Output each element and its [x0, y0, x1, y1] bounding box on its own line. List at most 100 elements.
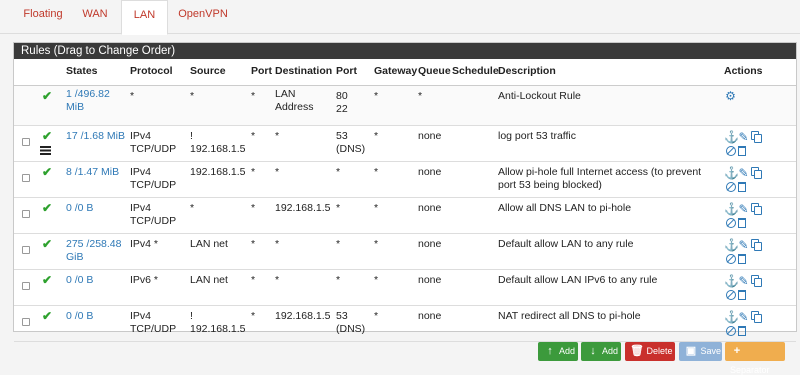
queue-cell: none [414, 197, 448, 234]
add-top-button[interactable]: ↑ Add [538, 342, 578, 361]
protocol-line-1: IPv4 * [130, 237, 159, 250]
pencil-icon[interactable]: ✎ [737, 274, 750, 288]
tab-wan[interactable]: WAN [75, 0, 115, 34]
anchor-icon[interactable]: ⚓ [724, 238, 739, 252]
ban-icon[interactable] [726, 289, 736, 300]
trash-icon[interactable] [738, 289, 746, 300]
source-line-1: ! [190, 129, 193, 142]
gear-icon[interactable]: ⚙ [724, 89, 737, 104]
queue-cell: none [414, 233, 448, 270]
port-cell: * [247, 161, 271, 198]
check-icon[interactable]: ✔ [42, 129, 52, 143]
trash-icon[interactable] [738, 325, 746, 336]
add-bottom-button[interactable]: ↓ Add [581, 342, 621, 361]
queue-cell: none [414, 161, 448, 198]
anchor-icon[interactable]: ⚓ [724, 130, 739, 144]
description-cell: log port 53 traffic [494, 125, 720, 162]
anchor-icon[interactable]: ⚓ [724, 310, 739, 324]
copy-icon[interactable] [750, 274, 763, 287]
tab-floating[interactable]: Floating [19, 0, 67, 34]
table-row[interactable]: ✔ 17 /1.68 MiB IPv4 TCP/UDP ! 192.168.1.5 … [14, 125, 796, 162]
save-button[interactable]: ▣ Save [679, 342, 722, 361]
source-line-2: 192.168.1.5 [190, 323, 246, 335]
table-row[interactable]: ✔ 0 /0 B IPv6 * LAN net * * * * none Def… [14, 269, 796, 306]
pencil-icon[interactable]: ✎ [737, 238, 750, 252]
destination-cell: * [271, 269, 332, 306]
row-checkbox[interactable] [22, 209, 30, 218]
table-row[interactable]: ✔ 0 /0 B IPv4 TCP/UDP ! 192.168.1.5 * 192.… [14, 305, 796, 342]
copy-icon[interactable] [750, 238, 763, 251]
ban-icon[interactable] [726, 325, 736, 336]
ban-icon[interactable] [726, 145, 736, 156]
copy-icon[interactable] [750, 310, 763, 323]
gateway-cell: * [370, 269, 414, 306]
pencil-icon[interactable]: ✎ [737, 166, 750, 180]
dport-line-1: 80 [336, 89, 348, 102]
tab-lan[interactable]: LAN [121, 0, 168, 35]
anchor-icon[interactable]: ⚓ [724, 274, 739, 288]
schedule-cell [448, 197, 494, 234]
ban-icon[interactable] [726, 253, 736, 264]
states-link[interactable]: 0 /0 B [66, 202, 93, 214]
row-checkbox[interactable] [22, 173, 30, 182]
col-dport: Port [332, 59, 370, 86]
copy-icon[interactable] [750, 202, 763, 215]
port-cell: * [247, 305, 271, 342]
queue-cell: none [414, 269, 448, 306]
destination-cell: * [271, 161, 332, 198]
check-icon[interactable]: ✔ [42, 165, 52, 179]
table-row[interactable]: ✔ 0 /0 B IPv4 TCP/UDP * * 192.168.1.5 * *… [14, 197, 796, 234]
description-cell: Allow pi-hole full Internet access (to p… [494, 161, 720, 198]
protocol-line-1: IPv4 [130, 201, 152, 214]
delete-button[interactable]: 🗑 Delete [625, 342, 675, 361]
check-icon[interactable]: ✔ [42, 201, 52, 215]
ban-icon[interactable] [726, 181, 736, 192]
pencil-icon[interactable]: ✎ [737, 310, 750, 324]
check-icon[interactable]: ✔ [42, 309, 52, 323]
queue-cell: none [414, 305, 448, 342]
schedule-cell [448, 269, 494, 306]
trash-icon[interactable] [738, 217, 746, 228]
table-header: States Protocol Source Port Destination … [14, 59, 796, 86]
states-link[interactable]: 1 /496.82 MiB [66, 88, 110, 114]
table-row[interactable]: ✔ 275 /258.48 GiB IPv4 * LAN net * * * *… [14, 233, 796, 270]
copy-icon[interactable] [750, 130, 763, 143]
source-line-1: LAN net [190, 237, 228, 250]
col-port: Port [247, 59, 272, 86]
states-link[interactable]: 0 /0 B [66, 310, 93, 322]
col-schedule: Schedule [448, 59, 499, 86]
dport-line-2: (DNS) [336, 323, 366, 335]
description-cell: Anti-Lockout Rule [494, 85, 720, 126]
pencil-icon[interactable]: ✎ [737, 130, 750, 144]
col-states: States [62, 59, 126, 86]
trash-icon[interactable] [738, 181, 746, 192]
tab-openvpn[interactable]: OpenVPN [176, 0, 230, 34]
row-checkbox[interactable] [22, 281, 30, 290]
gateway-cell: * [370, 85, 414, 126]
states-link[interactable]: 8 /1.47 MiB [66, 166, 119, 178]
pencil-icon[interactable]: ✎ [737, 202, 750, 216]
port-cell: * [247, 233, 271, 270]
col-description: Description [494, 59, 720, 86]
dport-line-2: 22 [336, 103, 348, 115]
check-icon[interactable]: ✔ [42, 273, 52, 287]
states-link[interactable]: 275 /258.48 GiB [66, 238, 121, 264]
col-destination: Destination [271, 59, 332, 86]
anchor-icon[interactable]: ⚓ [724, 202, 739, 216]
gateway-cell: * [370, 305, 414, 342]
states-link[interactable]: 17 /1.68 MiB [66, 130, 125, 142]
add-separator-button[interactable]: + Separator [725, 342, 785, 375]
table-row[interactable]: ✔ 8 /1.47 MiB IPv4 TCP/UDP 192.168.1.5 * … [14, 161, 796, 198]
trash-icon[interactable] [738, 253, 746, 264]
copy-icon[interactable] [750, 166, 763, 179]
row-checkbox[interactable] [22, 317, 30, 326]
trash-icon[interactable] [738, 145, 746, 156]
anchor-icon[interactable]: ⚓ [724, 166, 739, 180]
states-link[interactable]: 0 /0 B [66, 274, 93, 286]
save-icon: ▣ [685, 345, 697, 357]
ban-icon[interactable] [726, 217, 736, 228]
row-checkbox[interactable] [22, 137, 30, 146]
row-checkbox[interactable] [22, 245, 30, 254]
check-icon[interactable]: ✔ [42, 237, 52, 251]
destination-cell: * [271, 125, 332, 162]
